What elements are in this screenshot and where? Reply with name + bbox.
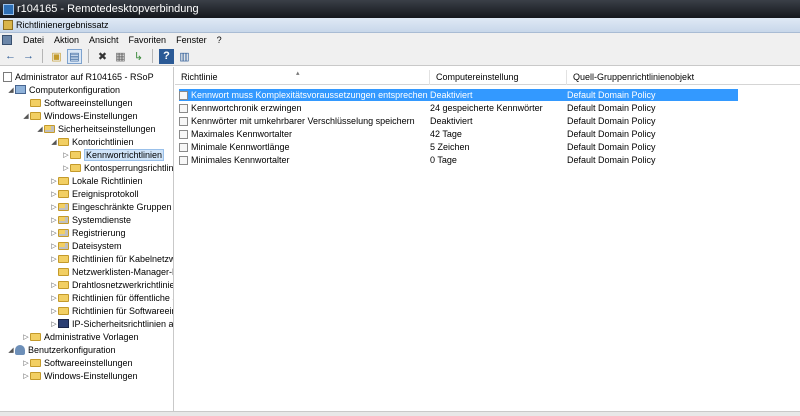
security-folder-icon <box>44 124 55 133</box>
folder-icon <box>30 332 41 341</box>
folder-icon <box>58 293 69 302</box>
user-icon <box>15 344 25 355</box>
policy-icon <box>179 142 188 152</box>
document-icon <box>3 71 12 82</box>
toolbar-separator <box>88 49 89 63</box>
tree-ip-sicherheit[interactable]: ▷ IP-Sicherheitsrichtlinien au <box>50 317 173 330</box>
folder-icon <box>58 228 69 237</box>
menu-aktion[interactable]: Aktion <box>49 35 84 45</box>
status-bar <box>0 411 800 416</box>
folder-icon <box>58 176 69 185</box>
tree-dateisystem[interactable]: ▷ Dateisystem <box>50 239 121 252</box>
mmc-title-bar[interactable]: Richtlinienergebnissatz <box>0 18 800 33</box>
column-richtlinie[interactable]: ▴ Richtlinie <box>175 70 430 85</box>
folder-icon <box>70 163 81 172</box>
tree-oeffentliche-schluessel[interactable]: ▷ Richtlinien für öffentliche S <box>50 291 173 304</box>
tree-user-windows-einstellungen[interactable]: ▷ Windows-Einstellungen <box>22 369 137 382</box>
sort-up-icon: ▴ <box>296 70 300 77</box>
folder-icon <box>58 241 69 250</box>
policy-icon <box>179 129 188 139</box>
table-row[interactable]: Minimale Kennwortlänge 5 Zeichen Default… <box>179 141 738 153</box>
folder-icon <box>30 358 41 367</box>
folder-icon <box>58 267 69 276</box>
tree-administrative-vorlagen[interactable]: ▷ Administrative Vorlagen <box>22 330 138 343</box>
menu-favoriten[interactable]: Favoriten <box>124 35 172 45</box>
tree-kennwortrichtlinien[interactable]: ▷ Kennwortrichtlinien <box>62 148 165 161</box>
tree-user-softwareeinstellungen[interactable]: ▷ Softwareeinstellungen <box>22 356 132 369</box>
menu-datei[interactable]: Datei <box>18 35 49 45</box>
tree-systemdienste[interactable]: ▷ Systemdienste <box>50 213 131 226</box>
menu-ansicht[interactable]: Ansicht <box>84 35 124 45</box>
tree-netzwerklisten-manager[interactable]: Netzwerklisten-Manager-R <box>50 265 173 278</box>
folder-icon <box>58 254 69 263</box>
rsop-icon <box>3 20 13 30</box>
table-row[interactable]: Maximales Kennwortalter 42 Tage Default … <box>179 128 738 140</box>
forward-arrow-icon[interactable]: → <box>21 49 36 64</box>
back-arrow-icon[interactable]: ← <box>3 49 18 64</box>
view-icon[interactable]: ▥ <box>177 49 192 64</box>
table-row[interactable]: Kennwortchronik erzwingen 24 gespeichert… <box>179 102 738 114</box>
tree-sicherheitseinstellungen[interactable]: ◢ Sicherheitseinstellungen <box>36 122 155 135</box>
column-computereinstellung[interactable]: Computereinstellung <box>430 70 567 85</box>
table-row[interactable]: Minimales Kennwortalter 0 Tage Default D… <box>179 154 738 166</box>
folder-icon <box>58 189 69 198</box>
folder-icon <box>58 280 69 289</box>
up-folder-icon[interactable]: ▣ <box>49 49 64 64</box>
list-header: ▴ Richtlinie Computereinstellung Quell-G… <box>175 70 800 85</box>
delete-icon[interactable]: ✖ <box>95 49 110 64</box>
policy-icon <box>179 90 188 100</box>
policy-icon <box>179 155 188 165</box>
folder-icon <box>58 137 69 146</box>
show-tree-icon[interactable]: ▤ <box>67 48 82 64</box>
remote-desktop-icon <box>3 3 14 15</box>
tree-kontosperrungsrichtlinie[interactable]: ▷ Kontosperrungsrichtlinie <box>62 161 173 174</box>
rdp-window-title: r104165 - Remotedesktopverbindung <box>17 3 199 15</box>
tree-windows-einstellungen[interactable]: ◢ Windows-Einstellungen <box>22 109 137 122</box>
toolbar: ← → ▣ ▤ ✖ ▦ ↳ ? ▥ <box>0 47 800 66</box>
tree-kabelnetzwerk[interactable]: ▷ Richtlinien für Kabelnetzwe <box>50 252 173 265</box>
tree-root[interactable]: Administrator auf R104165 - RSoP <box>3 70 154 83</box>
folder-icon <box>30 371 41 380</box>
remote-desktop-title-bar[interactable]: r104165 - Remotedesktopverbindung <box>0 0 800 18</box>
console-menu-icon[interactable] <box>2 35 12 45</box>
table-row[interactable]: Kennwort muss Komplexitätsvoraussetzunge… <box>179 89 738 101</box>
folder-icon <box>58 215 69 224</box>
computer-icon <box>15 85 26 94</box>
tree-eingeschraenkte-gruppen[interactable]: ▷ Eingeschränkte Gruppen <box>50 200 171 213</box>
export-icon[interactable]: ↳ <box>131 49 146 64</box>
table-row[interactable]: Kennwörter mit umkehrbarer Verschlüsselu… <box>179 115 738 127</box>
toolbar-separator <box>42 49 43 63</box>
folder-icon <box>58 306 69 315</box>
console-tree[interactable]: Administrator auf R104165 - RSoP ◢ Compu… <box>0 67 174 411</box>
tree-lokale-richtlinien[interactable]: ▷ Lokale Richtlinien <box>50 174 142 187</box>
toolbar-separator <box>152 49 153 63</box>
policy-icon <box>179 103 188 113</box>
tree-computerkonfiguration[interactable]: ◢ Computerkonfiguration <box>7 83 120 96</box>
menu-fenster[interactable]: Fenster <box>171 35 212 45</box>
help-icon[interactable]: ? <box>159 48 174 64</box>
tree-softwareeinstellungen[interactable]: Softwareeinstellungen <box>22 96 133 109</box>
mmc-window-title: Richtlinienergebnissatz <box>16 20 109 30</box>
tree-kontorichtlinien[interactable]: ◢ Kontorichtlinien <box>50 135 133 148</box>
folder-icon <box>30 111 41 120</box>
menu-bar: Datei Aktion Ansicht Favoriten Fenster ? <box>0 33 800 47</box>
policy-list[interactable]: ▴ Richtlinie Computereinstellung Quell-G… <box>175 67 800 411</box>
tree-drahtlosnetzwerk[interactable]: ▷ Drahtlosnetzwerkrichtlinien <box>50 278 173 291</box>
tree-ereignisprotokoll[interactable]: ▷ Ereignisprotokoll <box>50 187 138 200</box>
tree-benutzerkonfiguration[interactable]: ◢ Benutzerkonfiguration <box>7 343 116 356</box>
properties-icon[interactable]: ▦ <box>113 49 128 64</box>
ipsec-icon <box>58 319 69 328</box>
tree-registrierung[interactable]: ▷ Registrierung <box>50 226 125 239</box>
folder-icon <box>58 202 69 211</box>
folder-icon <box>30 98 41 107</box>
menu-help[interactable]: ? <box>212 35 227 45</box>
policy-icon <box>179 116 188 126</box>
folder-icon <box>70 150 81 159</box>
column-quell-gpo[interactable]: Quell-Gruppenrichtlinienobjekt <box>567 70 800 85</box>
tree-softwareeinschraenkung[interactable]: ▷ Richtlinien für Softwareein <box>50 304 173 317</box>
